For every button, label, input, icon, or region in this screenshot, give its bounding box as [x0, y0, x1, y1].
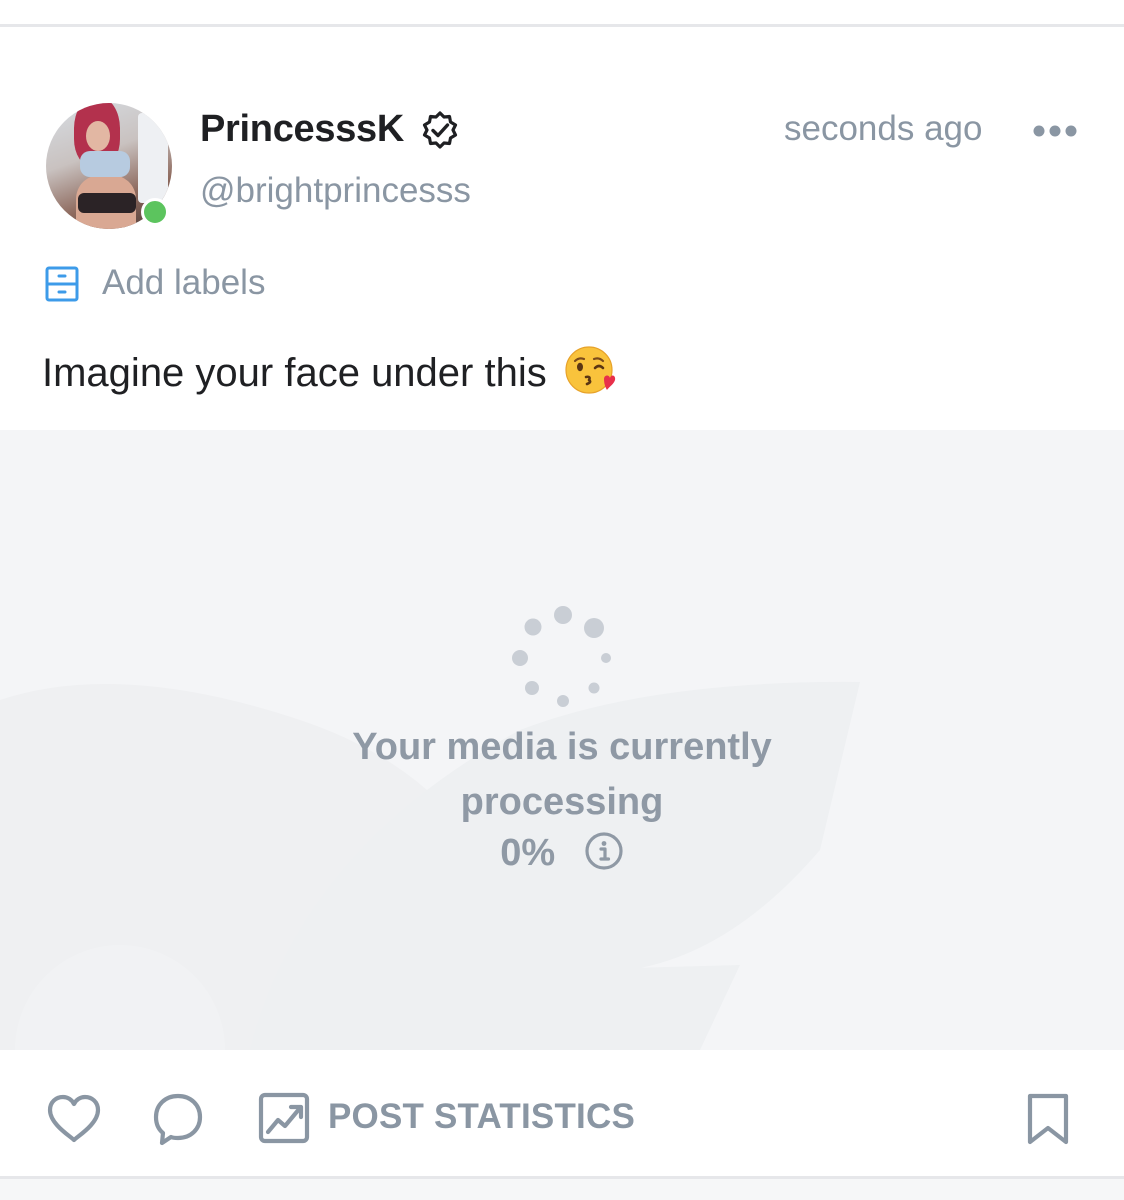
kiss-emoji-icon — [565, 346, 615, 394]
processing-message: Your media is currently processing — [0, 720, 1124, 830]
next-post-edge — [0, 1179, 1124, 1200]
processing-percent: 0% — [500, 832, 556, 874]
post-timestamp[interactable]: seconds ago — [784, 108, 982, 150]
author-handle[interactable]: @brightprincesss — [200, 170, 471, 212]
top-divider — [0, 24, 1124, 27]
info-icon[interactable] — [584, 831, 624, 871]
like-heart-icon[interactable] — [46, 1094, 102, 1144]
media-processing-area: Your media is currently processing 0% — [0, 430, 1124, 1050]
add-labels-button[interactable]: Add labels — [102, 262, 265, 304]
more-options-icon[interactable] — [1030, 120, 1080, 142]
processing-line-1: Your media is currently — [352, 726, 772, 768]
post-card: PrincesssK @brightprincesss seconds ago … — [0, 0, 1124, 1200]
author-display-name[interactable]: PrincesssK — [200, 106, 404, 152]
online-status-dot — [141, 198, 169, 226]
post-text-content: Imagine your face under this — [42, 351, 547, 395]
verified-badge-icon — [422, 111, 458, 149]
labels-icon[interactable] — [44, 265, 80, 303]
comment-bubble-icon[interactable] — [152, 1092, 204, 1146]
processing-line-2: processing — [460, 781, 664, 823]
post-text: Imagine your face under this — [42, 344, 616, 397]
post-statistics-button[interactable]: POST STATISTICS — [328, 1096, 635, 1138]
bookmark-icon[interactable] — [1024, 1092, 1072, 1146]
processing-progress: 0% — [0, 828, 1124, 878]
loading-spinner-icon — [512, 606, 611, 707]
post-statistics-icon[interactable] — [258, 1092, 310, 1144]
